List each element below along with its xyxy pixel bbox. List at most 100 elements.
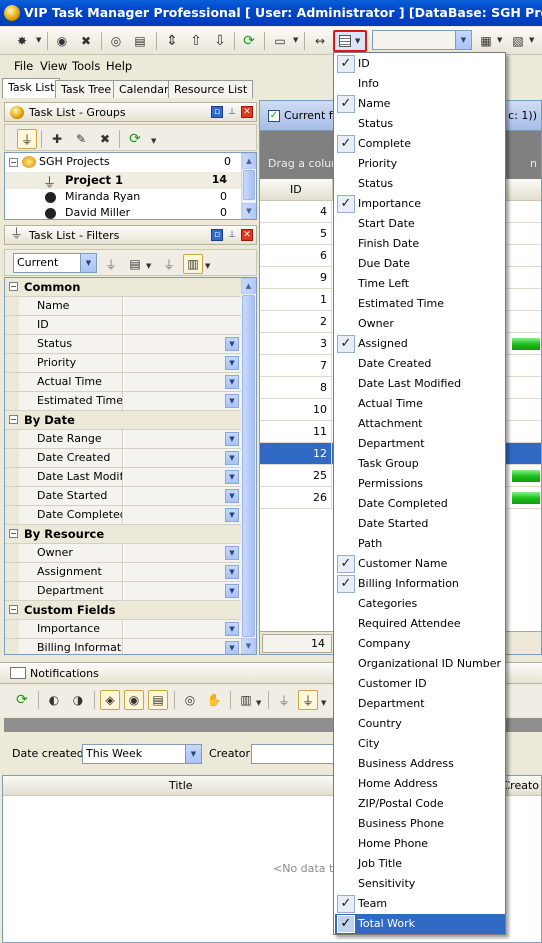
collapse-icon[interactable]: −: [9, 282, 18, 291]
filter-field-value[interactable]: [124, 506, 241, 524]
menu-item[interactable]: ✓ Importance: [335, 194, 505, 214]
menu-item[interactable]: City: [335, 734, 505, 754]
layout-icon[interactable]: ▭: [270, 31, 290, 51]
filter-field-value[interactable]: [124, 316, 241, 334]
mark-read-icon[interactable]: ◐: [44, 690, 64, 710]
filter-row[interactable]: Date Created ▼: [5, 449, 241, 468]
toolbar-combo[interactable]: ▼: [372, 30, 472, 50]
check-icon[interactable]: ✓: [268, 110, 280, 122]
scroll-thumb[interactable]: [242, 295, 255, 637]
filter-field-value[interactable]: [124, 620, 241, 638]
chevron-down-icon[interactable]: ▼: [321, 699, 326, 707]
tree-node-selected[interactable]: ⏚ Project 1 14: [5, 172, 245, 191]
menu-item[interactable]: Sensitivity: [335, 874, 505, 894]
menu-item[interactable]: Status: [335, 114, 505, 134]
filter-field-value[interactable]: [124, 335, 241, 353]
menu-item[interactable]: Job Title: [335, 854, 505, 874]
print-task-icon[interactable]: ▤: [130, 31, 150, 51]
menu-item[interactable]: Path: [335, 534, 505, 554]
menu-item[interactable]: Date Last Modified: [335, 374, 505, 394]
close-icon[interactable]: ✕: [241, 229, 253, 241]
filter-row[interactable]: Date Completed ▼: [5, 506, 241, 525]
chevron-down-icon[interactable]: ▼: [225, 565, 239, 579]
tab-task-tree[interactable]: Task Tree: [55, 80, 118, 98]
menu-item[interactable]: Company: [335, 634, 505, 654]
filter-row[interactable]: Importance ▼: [5, 620, 241, 639]
scroll-down-icon[interactable]: ▼: [241, 638, 256, 654]
remove-filter-icon[interactable]: ⏚: [159, 254, 179, 274]
filter-active-icon[interactable]: ⏚: [298, 690, 318, 710]
scroll-thumb[interactable]: [243, 170, 255, 200]
tree-node[interactable]: David Miller 0: [5, 206, 245, 219]
new-task-icon[interactable]: ✸: [12, 31, 32, 51]
export-icon[interactable]: ▦: [476, 31, 496, 51]
date-created-select[interactable]: This Week ▼: [82, 744, 202, 764]
move-up-icon[interactable]: ⇧: [186, 31, 206, 51]
menu-item[interactable]: Info: [335, 74, 505, 94]
filter-row[interactable]: Date Range ▼: [5, 430, 241, 449]
column-header-id[interactable]: ID: [290, 183, 302, 196]
mark-unread-icon[interactable]: ◑: [68, 690, 88, 710]
menu-item[interactable]: Date Completed: [335, 494, 505, 514]
filter-row[interactable]: Estimated Time ▼: [5, 392, 241, 411]
tab-calendar[interactable]: Calendar: [113, 80, 175, 98]
menu-item[interactable]: ✓ Complete: [335, 134, 505, 154]
chevron-down-icon[interactable]: ▼: [225, 489, 239, 503]
menu-item[interactable]: ZIP/Postal Code: [335, 794, 505, 814]
scroll-down-icon[interactable]: ▼: [242, 203, 256, 219]
chevron-down-icon[interactable]: ▼: [497, 36, 502, 44]
column-chooser-button[interactable]: ▼: [333, 30, 367, 52]
menu-file[interactable]: File: [14, 59, 33, 73]
filter-row[interactable]: Billing Informatio ▼: [5, 639, 241, 654]
menu-item[interactable]: Home Phone: [335, 834, 505, 854]
delete-task-icon[interactable]: ✖: [76, 31, 96, 51]
menu-item[interactable]: Permissions: [335, 474, 505, 494]
tab-resource-list[interactable]: Resource List: [168, 80, 254, 98]
menu-item[interactable]: Owner: [335, 314, 505, 334]
chevron-down-icon[interactable]: ▼: [225, 375, 239, 389]
columns-icon[interactable]: ▥: [236, 690, 256, 710]
menu-item[interactable]: Start Date: [335, 214, 505, 234]
menu-item[interactable]: Priority: [335, 154, 505, 174]
chevron-down-icon[interactable]: ▼: [225, 546, 239, 560]
filter-field-value[interactable]: [124, 582, 241, 600]
filter-field-value[interactable]: [124, 468, 241, 486]
menu-item[interactable]: ✓ Billing Information: [335, 574, 505, 594]
chevron-down-icon[interactable]: ▼: [225, 337, 239, 351]
menu-item[interactable]: Organizational ID Number: [335, 654, 505, 674]
filter-row[interactable]: Priority ▼: [5, 354, 241, 373]
chevron-down-icon[interactable]: ▼: [225, 508, 239, 522]
refresh-icon[interactable]: ⟳: [12, 690, 32, 710]
filter-row[interactable]: Actual Time ▼: [5, 373, 241, 392]
tree-node[interactable]: Miranda Ryan 0: [5, 190, 245, 206]
menu-item[interactable]: Required Attendee: [335, 614, 505, 634]
clear-filter-icon[interactable]: ⏚: [101, 254, 121, 274]
menu-item[interactable]: Due Date: [335, 254, 505, 274]
filter-options-icon[interactable]: ▥: [183, 254, 203, 274]
menu-item[interactable]: Home Address: [335, 774, 505, 794]
chevron-down-icon[interactable]: ▼: [146, 262, 151, 270]
filter-groups-icon[interactable]: ⏚: [17, 129, 37, 149]
menu-item[interactable]: ✓ ID: [335, 54, 505, 74]
chevron-down-icon[interactable]: ▼: [225, 432, 239, 446]
filter-row[interactable]: Date Started ▼: [5, 487, 241, 506]
filter-field-value[interactable]: [124, 487, 241, 505]
filter-field-value[interactable]: [124, 544, 241, 562]
filter-field-value[interactable]: [124, 563, 241, 581]
chevron-down-icon[interactable]: ▼: [205, 262, 210, 270]
tree-node[interactable]: − SGH Projects 0: [9, 155, 249, 171]
menu-item[interactable]: Status: [335, 174, 505, 194]
collapse-icon[interactable]: −: [9, 605, 18, 614]
groups-scrollbar[interactable]: ▲ ▼: [241, 153, 256, 219]
collapse-icon[interactable]: −: [9, 529, 18, 538]
scroll-up-icon[interactable]: ▲: [242, 153, 256, 169]
menu-item[interactable]: Date Created: [335, 354, 505, 374]
filter-row[interactable]: Date Last Modifi ▼: [5, 468, 241, 487]
menu-item[interactable]: Business Address: [335, 754, 505, 774]
filter-field-value[interactable]: [124, 354, 241, 372]
menu-item[interactable]: ✓ Name: [335, 94, 505, 114]
filter-category[interactable]: − By Resource: [5, 525, 241, 544]
chevron-down-icon[interactable]: ▼: [225, 641, 239, 654]
filter-icon[interactable]: ⏚: [274, 690, 294, 710]
menu-help[interactable]: Help: [106, 59, 132, 73]
